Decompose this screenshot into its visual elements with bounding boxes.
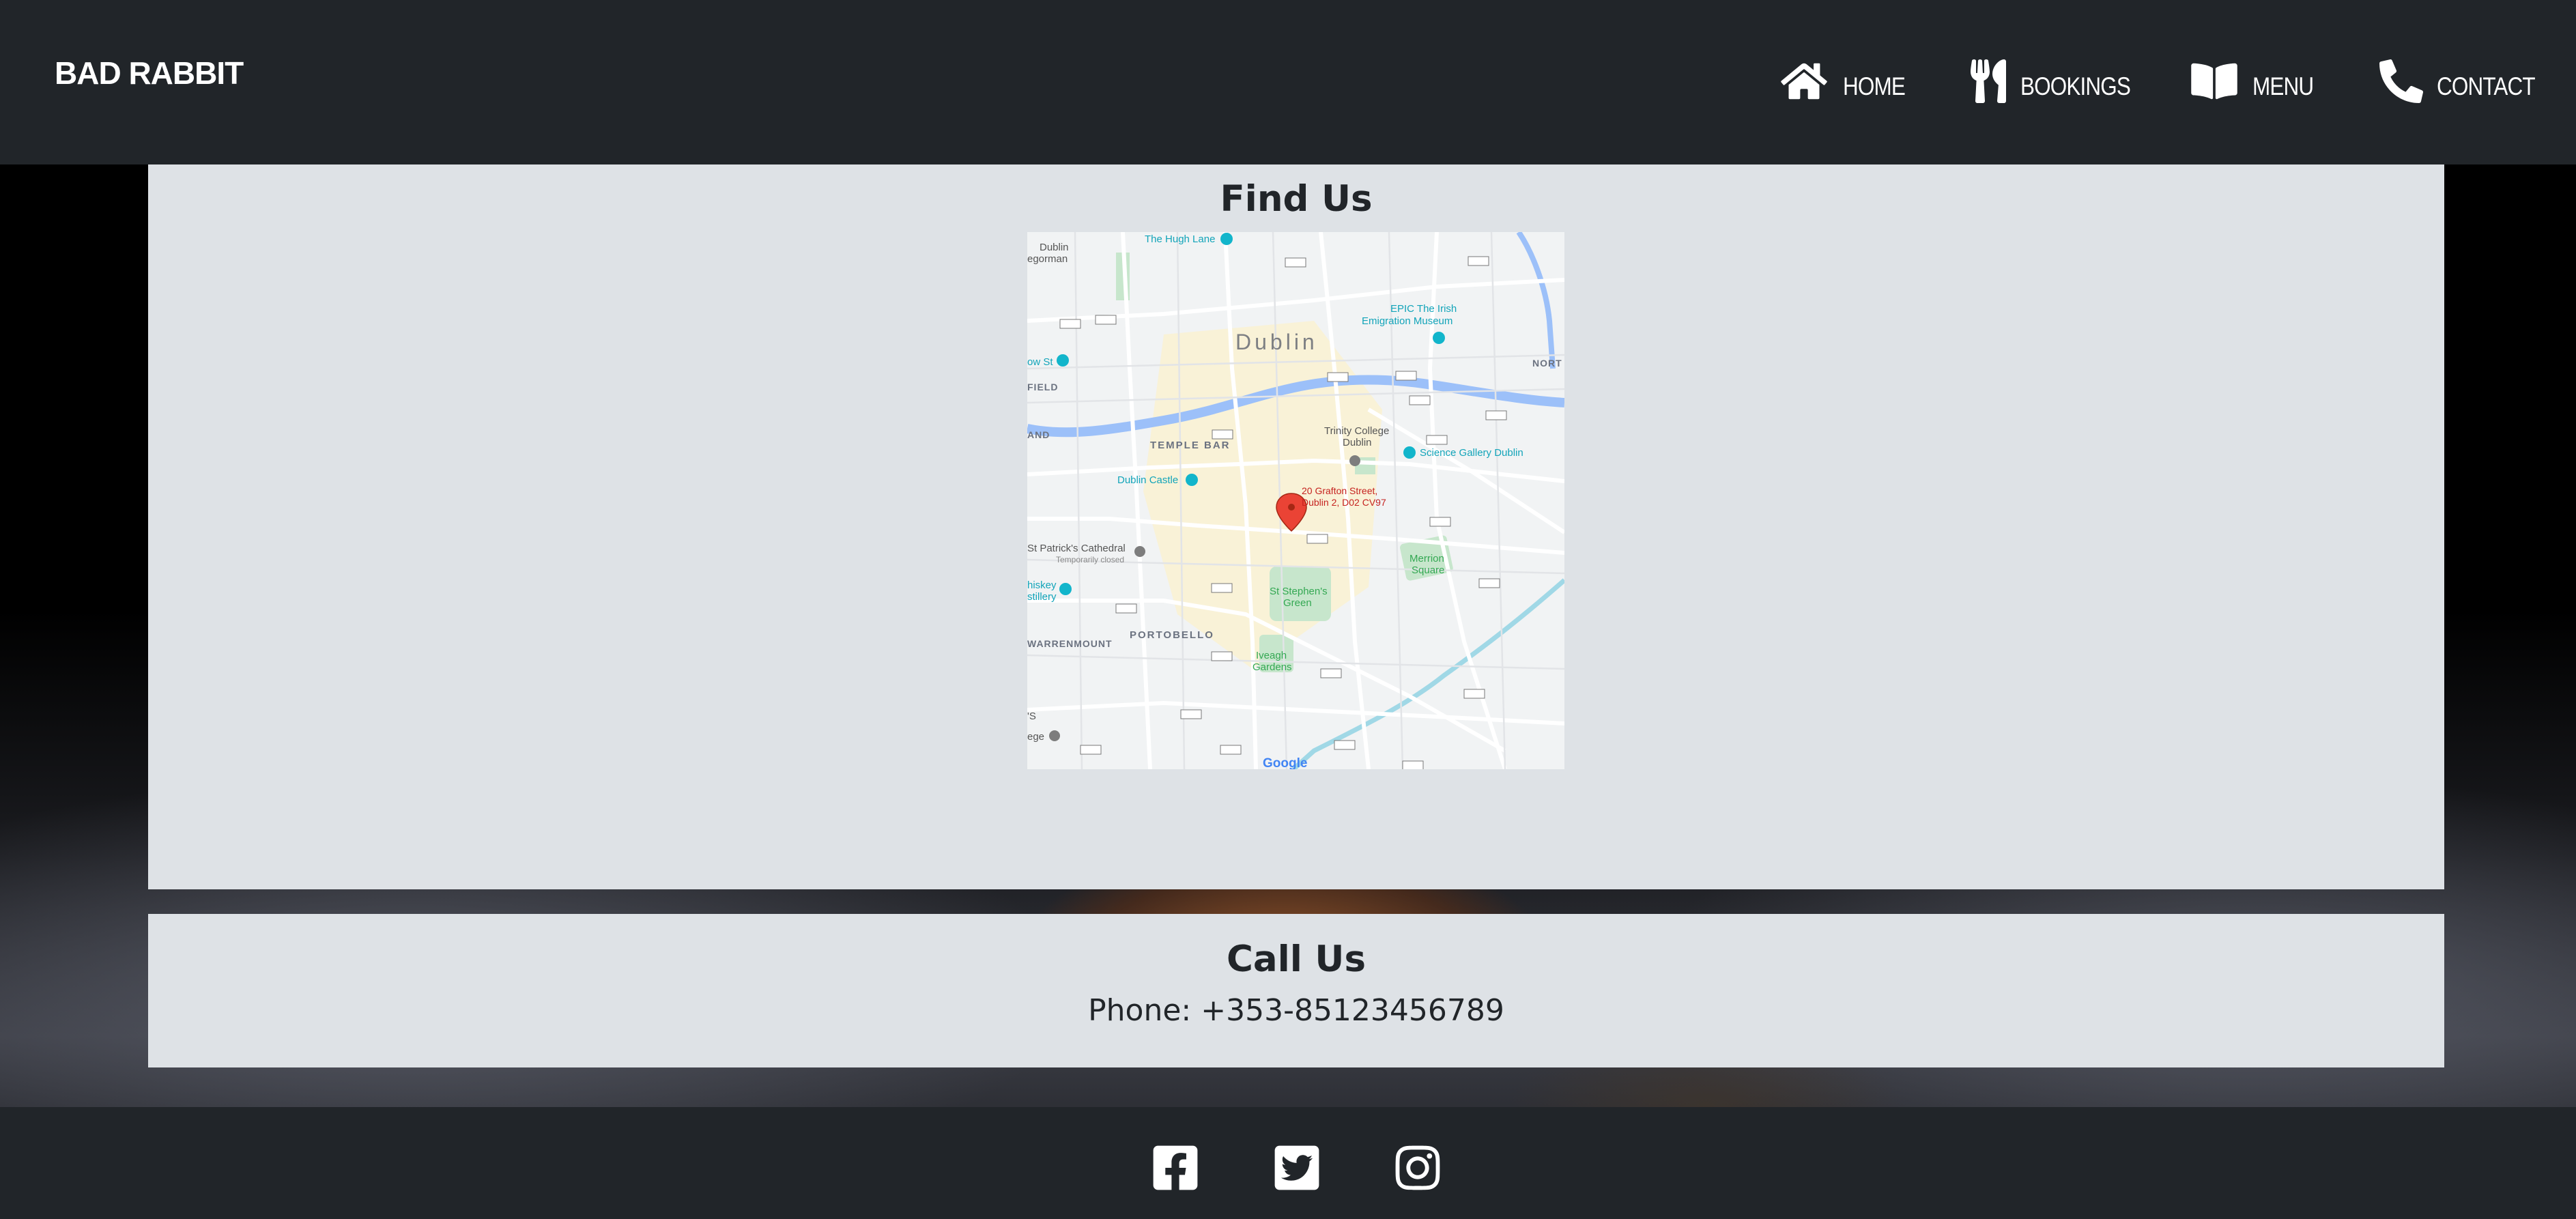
map-label-merrion-2: Square	[1412, 564, 1444, 576]
call-us-section: Call Us Phone: +353-85123456789	[148, 914, 2444, 1067]
footer	[0, 1107, 2576, 1219]
home-icon	[1779, 61, 1829, 105]
map-label-epic-2: Emigration Museum	[1362, 315, 1452, 327]
instagram-link[interactable]	[1392, 1143, 1443, 1193]
map-label-patricks-note: Temporarily closed	[1056, 555, 1124, 564]
map-label-trinity-2: Dublin	[1343, 437, 1372, 448]
phone-icon	[2379, 59, 2423, 106]
nav-menu[interactable]: MENU	[2190, 59, 2324, 106]
nav-bookings-label: BOOKINGS	[2020, 72, 2131, 100]
map-marker-address-2: Dublin 2, D02 CV97	[1302, 497, 1386, 508]
map-label-stephens-2: Green	[1283, 597, 1312, 609]
nav-menu-label: MENU	[2252, 72, 2314, 100]
utensils-icon	[1970, 59, 2007, 106]
map-label-castle: Dublin Castle	[1117, 474, 1178, 486]
find-us-title: Find Us	[1220, 178, 1373, 220]
facebook-icon	[1153, 1145, 1198, 1190]
map-embed[interactable]: 20 Grafton Street, Dublin 2, D02 CV97 Du…	[1027, 232, 1564, 769]
map-label-epic-1: EPIC The Irish	[1390, 303, 1457, 315]
instagram-icon	[1395, 1145, 1440, 1190]
map-label-portobello: PORTOBELLO	[1130, 629, 1214, 641]
nav-home[interactable]: HOME	[1779, 59, 1916, 106]
map-label-dublin: Dublin	[1235, 330, 1318, 354]
map-label-north: NORT	[1532, 358, 1562, 369]
map-label-iveagh-1: Iveagh	[1256, 650, 1287, 661]
map-label-warrenmount: WARRENMOUNT	[1027, 638, 1113, 649]
map-label-field: FIELD	[1027, 382, 1058, 392]
map-label-and: AND	[1027, 429, 1050, 440]
map-label-dublin-gallery-2: egorman	[1027, 253, 1068, 265]
find-us-section: Find Us 20 Grafton Street, Dublin 2, D02…	[148, 164, 2444, 889]
navbar: BAD RABBIT HOME BOOKINGS MENU CONTACT	[0, 0, 2576, 164]
map-label-science-gallery: Science Gallery Dublin	[1420, 447, 1523, 459]
map-label-iveagh-2: Gardens	[1253, 661, 1292, 673]
map-label-patricks: St Patrick's Cathedral	[1027, 543, 1126, 554]
map-label-whiskey-2: stillery	[1027, 591, 1057, 603]
map-label-temple-bar: TEMPLE BAR	[1150, 440, 1231, 451]
brand-logo[interactable]: BAD RABBIT	[55, 55, 244, 91]
map-label-whiskey-1: hiskey	[1027, 579, 1057, 591]
nav-contact-label: CONTACT	[2437, 72, 2536, 100]
google-logo: Google	[1263, 756, 1307, 769]
twitter-link[interactable]	[1272, 1143, 1322, 1193]
map-label-stephens-1: St Stephen's	[1270, 586, 1328, 597]
nav-bookings[interactable]: BOOKINGS	[1970, 59, 2149, 106]
map-label-hugh-lane: The Hugh Lane	[1145, 233, 1215, 245]
map-label-trinity-1: Trinity College	[1324, 425, 1389, 437]
map-label-ege: ege	[1027, 731, 1044, 743]
map-label-ow-st: ow St	[1027, 356, 1053, 368]
book-open-icon	[2190, 61, 2239, 105]
map-label-dublin-gallery-1: Dublin	[1040, 242, 1069, 253]
nav-contact[interactable]: CONTACT	[2379, 59, 2552, 106]
map-label-merrion-1: Merrion	[1409, 553, 1444, 564]
phone-number: Phone: +353-85123456789	[1088, 993, 1504, 1028]
facebook-link[interactable]	[1150, 1143, 1201, 1193]
call-us-title: Call Us	[1226, 938, 1366, 980]
twitter-icon	[1274, 1145, 1319, 1190]
map-marker-address-1: 20 Grafton Street,	[1302, 485, 1377, 496]
map-label-s: 'S	[1027, 711, 1036, 722]
nav-home-label: HOME	[1843, 72, 1906, 100]
